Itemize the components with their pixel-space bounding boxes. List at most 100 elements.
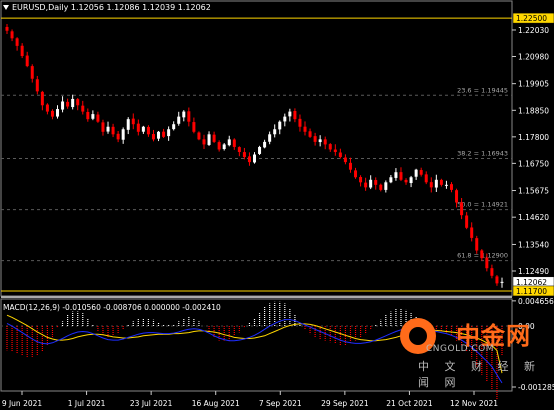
candle-body [40,91,44,106]
price-tick-label: 1.14620 [518,213,549,222]
candle-body [222,144,226,150]
price-tick-label: 1.18850 [518,106,549,115]
candle-body [288,111,292,117]
candle-body [45,104,49,112]
candle-body [71,98,75,108]
candle-body [5,26,9,31]
candle-body [460,202,464,216]
collapse-triangle-icon[interactable] [3,5,9,10]
date-tick-label: 29 Sep 2021 [321,399,369,408]
date-tick-label: 1 Jul 2021 [68,399,106,408]
candle-body [404,179,408,183]
candle-body [348,162,352,170]
candle-body [212,134,216,142]
candle-body [116,133,120,140]
candle-body [470,227,474,238]
price-tick-label: 1.19905 [518,80,549,89]
date-tick-label: 16 Aug 2021 [192,399,240,408]
price-tick-label: 1.17800 [518,133,549,142]
candle-body [283,116,287,122]
candle-body [480,250,484,259]
candle-body [293,110,297,120]
macd-header: MACD(12,26,9) -0.010560 -0.008706 0.0000… [3,303,221,312]
price-tag-label: 1.12062 [516,278,547,287]
candle-body [232,139,236,147]
candle-body [263,141,267,148]
candle-body [162,131,166,137]
candle-body [374,180,378,185]
price-pane-frame [0,0,513,297]
candle-body [106,126,110,132]
fibo-level-label: 50.0 = 1.14921 [457,201,508,209]
price-tag-label: 1.11700 [516,287,547,296]
candle-body [434,179,438,188]
candle-body [495,276,499,284]
date-tick-label: 23 Jul 2021 [130,399,173,408]
macd-tick-label: 0.004656 [518,297,554,306]
candle-body [86,111,90,120]
watermark-domain: CNGOLD.COM [426,344,495,354]
candle-body [258,146,262,154]
candle-body [444,184,448,186]
fibo-level-label: 23.6 = 1.19445 [457,86,508,94]
candle-body [328,144,332,150]
price-tick-label: 1.16750 [518,159,549,168]
candle-body [91,114,95,119]
candle-body [207,134,211,145]
candle-body [242,152,246,158]
candle-body [101,122,105,132]
candle-body [298,118,302,127]
candle-body [439,179,443,185]
candle-body [197,132,201,140]
candle-body [318,139,322,143]
candle-body [151,134,155,140]
candle-body [66,101,70,107]
candle-body [227,139,231,146]
candle-body [121,129,125,140]
candle-body [429,182,433,188]
price-tick-label: 1.15675 [518,187,549,196]
candle-body [177,116,181,124]
candle-body [30,66,34,79]
candle-body [111,126,115,135]
candle-body [303,126,307,132]
candle-body [273,129,277,135]
candle-body [490,268,494,276]
candle-body [167,129,171,137]
symbol-header-text: EURUSD,Daily 1.12056 1.12086 1.12039 1.1… [12,3,211,12]
candle-body [268,134,272,142]
candle-body [146,126,150,135]
candle-body [455,190,459,203]
candle-body [354,170,358,178]
candle-body [419,170,423,175]
fibo-level-label: 38.2 = 1.16943 [457,149,508,157]
candle-body [500,281,504,283]
candle-body [449,184,453,190]
price-tick-label: 1.20980 [518,53,549,62]
candle-body [237,147,241,152]
candle-body [465,215,469,228]
candle-body [364,182,368,188]
candle-body [96,114,100,122]
candle-body [394,172,398,178]
candle-body [192,122,196,132]
candle-body [50,110,54,117]
candle-body [35,79,39,92]
price-tick-label: 1.22030 [518,26,549,35]
candle-body [15,38,19,46]
candle-body [359,177,363,183]
candle-body [308,131,312,137]
candle-body [136,123,140,132]
candle-body [323,139,327,145]
date-tick-label: 7 Sep 2021 [259,399,302,408]
candle-body [182,111,186,118]
date-tick-label: 9 Jun 2021 [2,399,43,408]
candle-body [379,184,383,190]
candle-body [253,154,256,163]
candle-body [61,101,65,110]
candle-body [338,152,342,158]
candle-body [131,118,135,125]
candle-body [247,156,251,163]
candle-body [126,119,130,130]
candle-body [172,124,176,130]
